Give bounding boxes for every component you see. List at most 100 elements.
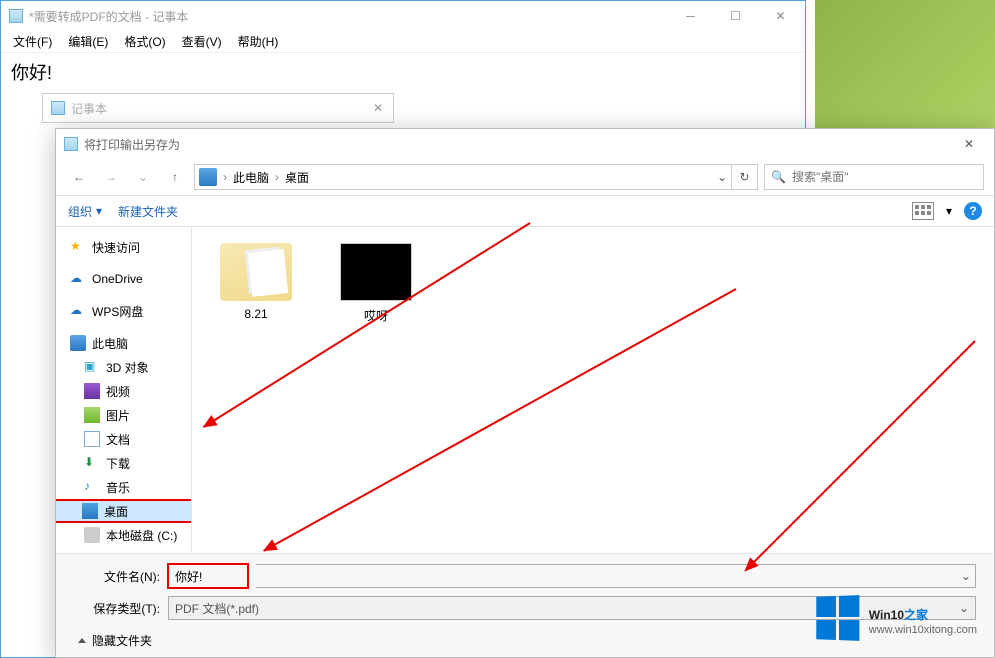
tree-documents[interactable]: 文档 — [56, 427, 191, 451]
tree-pictures[interactable]: 图片 — [56, 403, 191, 427]
file-item-folder[interactable]: 8.21 — [208, 243, 304, 321]
saveas-titlebar[interactable]: 将打印输出另存为 ✕ — [56, 129, 994, 159]
menu-format[interactable]: 格式(O) — [116, 31, 173, 52]
filename-input[interactable]: 你好! — [168, 564, 248, 588]
document-icon — [84, 431, 100, 447]
chevron-down-icon[interactable]: ▾ — [946, 204, 952, 218]
tree-label: 视频 — [106, 383, 130, 400]
watermark-brand: Win10之家 — [869, 600, 977, 624]
notepad-text-content[interactable]: 你好! — [1, 53, 805, 91]
recent-dropdown[interactable]: ⌄ — [130, 164, 156, 190]
nav-tree: ★快速访问 ☁OneDrive ☁WPS网盘 此电脑 ▣3D 对象 视频 图片 … — [56, 227, 192, 553]
tree-music[interactable]: ♪ 音乐 — [56, 475, 191, 499]
tree-label: 下载 — [106, 455, 130, 472]
hide-folders-label: 隐藏文件夹 — [92, 632, 152, 649]
tree-quick-access[interactable]: ★ 快速访问 — [56, 235, 191, 259]
disk-icon — [84, 527, 100, 543]
mini-dialog: 记事本 ✕ — [42, 93, 394, 123]
tree-wps[interactable]: ☁ WPS网盘 — [56, 299, 191, 323]
tree-thispc[interactable]: 此电脑 — [56, 331, 191, 355]
close-button[interactable]: ✕ — [950, 132, 988, 156]
desktop-icon — [82, 503, 98, 519]
tree-videos[interactable]: 视频 — [56, 379, 191, 403]
filename-dropdown[interactable]: ⌄ — [256, 564, 976, 588]
tree-label: 桌面 — [104, 503, 128, 520]
breadcrumb-current[interactable]: 桌面 — [285, 169, 309, 186]
tree-label: WPS网盘 — [92, 303, 143, 320]
close-icon[interactable]: ✕ — [367, 97, 389, 119]
breadcrumb-root[interactable]: 此电脑 — [233, 169, 269, 186]
organize-label: 组织 — [68, 203, 92, 220]
tree-label: 本地磁盘 (C:) — [106, 527, 177, 544]
file-label: 哎呀 — [364, 307, 388, 324]
file-label: 8.21 — [244, 307, 267, 321]
organize-button[interactable]: 组织 ▾ — [68, 203, 102, 220]
star-icon: ★ — [70, 239, 86, 255]
filename-value: 你好! — [175, 568, 202, 585]
chevron-down-icon[interactable]: ⌄ — [717, 170, 727, 184]
chevron-right-icon: › — [273, 170, 281, 184]
tree-onedrive[interactable]: ☁ OneDrive — [56, 267, 191, 291]
watermark-url: www.win10xitong.com — [869, 624, 977, 636]
saveas-toolbar: 组织 ▾ 新建文件夹 ▾ ? — [56, 195, 994, 227]
chevron-right-icon: › — [221, 170, 229, 184]
mini-dialog-title: 记事本 — [71, 100, 367, 117]
tree-label: 文档 — [106, 431, 130, 448]
watermark: Win10之家 www.win10xitong.com — [815, 596, 977, 640]
maximize-button[interactable]: ☐ — [713, 2, 758, 31]
notepad-icon — [64, 137, 78, 151]
tree-label: 图片 — [106, 407, 130, 424]
tree-3dobjects[interactable]: ▣ 3D 对象 — [56, 355, 191, 379]
video-icon — [84, 383, 100, 399]
tree-downloads[interactable]: ⬇ 下载 — [56, 451, 191, 475]
newfolder-button[interactable]: 新建文件夹 — [118, 203, 178, 220]
notepad-icon — [51, 101, 65, 115]
tree-label: 快速访问 — [92, 239, 140, 256]
folder-icon — [220, 243, 292, 301]
download-icon: ⬇ — [84, 455, 100, 471]
saveas-dialog: 将打印输出另存为 ✕ ← → ⌄ ↑ › 此电脑 › 桌面 ⌄ ↻ 🔍 组织 ▾… — [55, 128, 995, 658]
forward-button[interactable]: → — [98, 164, 124, 190]
notepad-titlebar[interactable]: *需要转成PDF的文档 - 记事本 ─ ☐ ✕ — [1, 1, 805, 31]
file-item-pdf[interactable]: 哎呀 — [328, 243, 424, 324]
image-icon — [84, 407, 100, 423]
back-button[interactable]: ← — [66, 164, 92, 190]
up-button[interactable]: ↑ — [162, 164, 188, 190]
menu-edit[interactable]: 编辑(E) — [60, 31, 116, 52]
chevron-down-icon: ⌄ — [961, 569, 971, 583]
file-thumb — [340, 243, 412, 301]
music-icon: ♪ — [84, 479, 100, 495]
cloud-icon: ☁ — [70, 303, 86, 319]
view-mode-button[interactable] — [912, 202, 934, 220]
minimize-button[interactable]: ─ — [668, 2, 713, 31]
breadcrumb[interactable]: › 此电脑 › 桌面 ⌄ — [194, 164, 732, 190]
tree-localdisk[interactable]: 本地磁盘 (C:) — [56, 523, 191, 547]
chevron-down-icon: ▾ — [96, 204, 102, 218]
menu-file[interactable]: 文件(F) — [5, 31, 60, 52]
cube-icon: ▣ — [84, 359, 100, 375]
tree-label: OneDrive — [92, 272, 143, 286]
refresh-button[interactable]: ↻ — [732, 164, 758, 190]
tree-label: 3D 对象 — [106, 359, 149, 376]
saveas-title: 将打印输出另存为 — [84, 136, 950, 153]
file-pane[interactable]: 8.21 哎呀 — [192, 227, 994, 553]
search-box[interactable]: 🔍 — [764, 164, 984, 190]
filename-row: 文件名(N): 你好! ⌄ — [74, 564, 976, 588]
filetype-value: PDF 文档(*.pdf) — [175, 600, 259, 617]
nav-row: ← → ⌄ ↑ › 此电脑 › 桌面 ⌄ ↻ 🔍 — [56, 159, 994, 195]
search-input[interactable] — [792, 170, 977, 184]
notepad-title: *需要转成PDF的文档 - 记事本 — [29, 8, 668, 25]
menu-help[interactable]: 帮助(H) — [230, 31, 287, 52]
pc-icon — [70, 335, 86, 351]
notepad-icon — [9, 9, 23, 23]
cloud-icon: ☁ — [70, 271, 86, 287]
tree-desktop[interactable]: 桌面 — [56, 499, 192, 523]
newfolder-label: 新建文件夹 — [118, 203, 178, 220]
close-button[interactable]: ✕ — [758, 2, 803, 31]
help-icon[interactable]: ? — [964, 202, 982, 220]
notepad-menubar: 文件(F) 编辑(E) 格式(O) 查看(V) 帮助(H) — [1, 31, 805, 53]
menu-view[interactable]: 查看(V) — [174, 31, 230, 52]
filetype-label: 保存类型(T): — [74, 600, 160, 617]
filename-label: 文件名(N): — [74, 568, 160, 585]
tree-label: 音乐 — [106, 479, 130, 496]
